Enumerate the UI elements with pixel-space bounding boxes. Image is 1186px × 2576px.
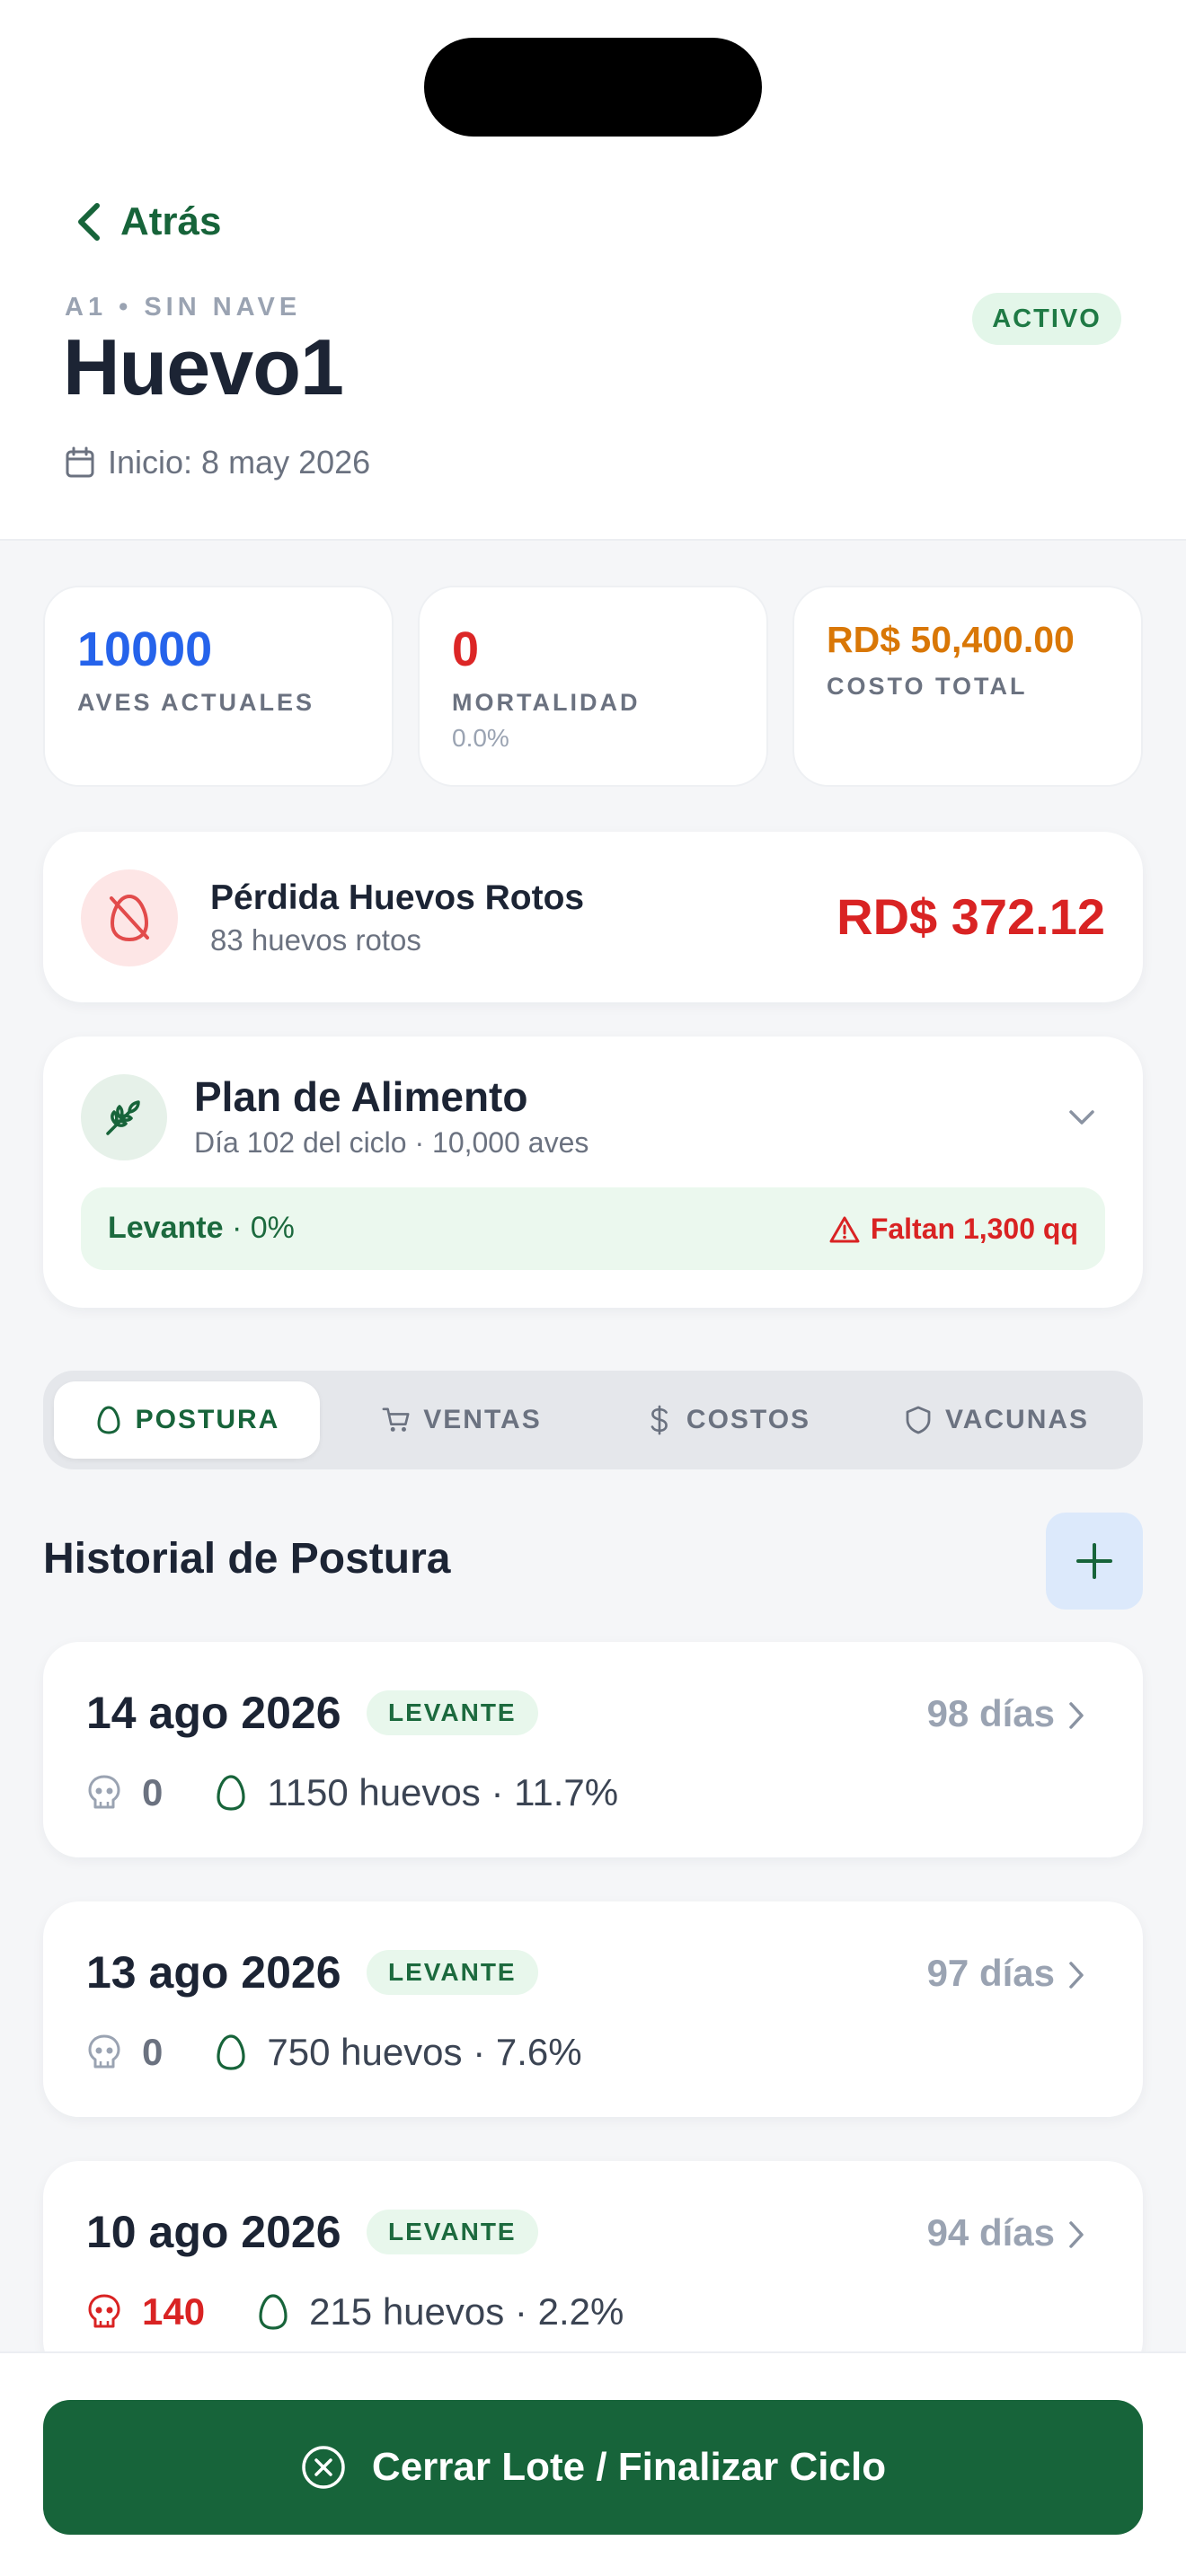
history-record[interactable]: 14 ago 2026 LEVANTE 98 días 0 1150 huevo… (43, 1642, 1143, 1857)
stat-label: AVES ACTUALES (77, 689, 315, 717)
tab-label: VENTAS (423, 1405, 542, 1434)
status-badge: ACTIVO (972, 293, 1121, 345)
close-lot-button[interactable]: Cerrar Lote / Finalizar Ciclo (43, 2400, 1143, 2535)
record-days: 97 días (926, 1952, 1055, 1994)
warning-icon (829, 1216, 860, 1242)
record-eggs: 215 huevos · 2.2% (309, 2290, 624, 2333)
record-eggs: 750 huevos · 7.6% (267, 2031, 582, 2073)
record-stage-badge: LEVANTE (367, 1950, 538, 1995)
record-stage-badge: LEVANTE (367, 1690, 538, 1735)
close-lot-label: Cerrar Lote / Finalizar Ciclo (371, 2445, 887, 2489)
tab-label: COSTOS (686, 1405, 811, 1434)
close-circle-icon (302, 2446, 345, 2489)
tab-costos[interactable]: COSTOS (595, 1381, 861, 1459)
record-eggs: 1150 huevos · 11.7% (267, 1771, 619, 1813)
stat-card-mortality: 0 MORTALIDAD 0.0% (418, 586, 768, 787)
start-date-label: Inicio: 8 may 2026 (108, 444, 371, 481)
skull-icon (88, 2034, 120, 2069)
egg-icon (259, 2294, 288, 2330)
tab-ventas[interactable]: VENTAS (329, 1381, 595, 1459)
stat-sub: 0.0% (452, 724, 509, 753)
back-label: Atrás (120, 199, 222, 243)
stat-card-birds: 10000 AVES ACTUALES (43, 586, 394, 787)
dollar-icon (651, 1405, 668, 1435)
record-stats: 0 750 huevos · 7.6% (86, 2031, 582, 2074)
stat-value: RD$ 50,400.00 (827, 619, 1075, 660)
loss-subtitle: 83 huevos rotos (210, 923, 421, 957)
feed-warning: Faltan 1,300 qq (829, 1213, 1078, 1246)
feed-plan-card[interactable]: Plan de Alimento Día 102 del ciclo · 10,… (43, 1037, 1143, 1308)
add-record-button[interactable] (1046, 1513, 1143, 1610)
skull-icon (88, 2294, 120, 2328)
shield-icon (906, 1406, 931, 1434)
loss-value: RD$ 372.12 (836, 888, 1105, 945)
tab-postura[interactable]: POSTURA (54, 1381, 320, 1459)
feed-status-bar: Levante · 0% Faltan 1,300 qq (81, 1187, 1105, 1270)
record-mortality: 0 (142, 1771, 164, 1813)
record-mortality: 140 (142, 2290, 206, 2333)
stat-label: COSTO TOTAL (827, 673, 1028, 701)
cart-icon (382, 1407, 410, 1432)
tab-label: POSTURA (135, 1405, 280, 1434)
loss-title: Pérdida Huevos Rotos (210, 878, 585, 917)
record-stats: 140 215 huevos · 2.2% (86, 2290, 624, 2333)
feed-stage-name: Levante (108, 1211, 224, 1245)
record-stage-badge: LEVANTE (367, 2210, 538, 2254)
history-title: Historial de Postura (43, 1535, 451, 1583)
plus-icon (1076, 1543, 1112, 1579)
start-date: Inicio: 8 may 2026 (65, 444, 370, 481)
footer: Cerrar Lote / Finalizar Ciclo (0, 2351, 1186, 2576)
feed-title: Plan de Alimento (194, 1073, 528, 1120)
tab-vacunas[interactable]: VACUNAS (861, 1381, 1132, 1459)
history-record[interactable]: 10 ago 2026 LEVANTE 94 días 140 215 huev… (43, 2161, 1143, 2377)
feed-warning-text: Faltan 1,300 qq (870, 1213, 1078, 1245)
record-date: 14 ago 2026 (86, 1688, 341, 1738)
record-date: 13 ago 2026 (86, 1947, 341, 1998)
lot-subtitle: A1 • SIN NAVE (65, 293, 302, 322)
egg-icon (217, 2034, 245, 2070)
stat-value: 0 (452, 622, 480, 676)
dynamic-island (424, 38, 762, 137)
feed-stage: Levante · 0% (108, 1211, 295, 1246)
stat-label: MORTALIDAD (452, 689, 641, 717)
tab-bar: POSTURA VENTAS COSTOS VACUNAS (43, 1371, 1143, 1469)
record-date: 10 ago 2026 (86, 2207, 341, 2257)
stat-card-cost: RD$ 50,400.00 COSTO TOTAL (792, 586, 1143, 787)
page-title: Huevo1 (63, 322, 344, 411)
back-button[interactable]: Atrás (75, 199, 222, 244)
chevron-down-icon[interactable] (1064, 1099, 1100, 1135)
record-stats: 0 1150 huevos · 11.7% (86, 1771, 618, 1814)
header: Atrás A1 • SIN NAVE Huevo1 Inicio: 8 may… (0, 0, 1186, 541)
feed-subtitle: Día 102 del ciclo · 10,000 aves (194, 1126, 589, 1159)
wheat-icon (81, 1074, 167, 1160)
tab-label: VACUNAS (944, 1405, 1090, 1434)
chevron-right-icon (1069, 1962, 1084, 1989)
chevron-right-icon (1069, 2221, 1084, 2248)
egg-icon (217, 1775, 245, 1811)
chevron-left-icon (78, 203, 100, 241)
stat-value: 10000 (77, 622, 213, 676)
record-days: 94 días (926, 2211, 1055, 2254)
record-mortality: 0 (142, 2031, 164, 2073)
skull-icon (88, 1775, 120, 1809)
broken-egg-icon (81, 869, 178, 966)
egg-icon (97, 1406, 120, 1434)
chevron-right-icon (1069, 1702, 1084, 1729)
history-record[interactable]: 13 ago 2026 LEVANTE 97 días 0 750 huevos… (43, 1901, 1143, 2117)
calendar-icon (66, 446, 94, 478)
feed-stage-percent: · 0% (223, 1211, 295, 1245)
record-days: 98 días (926, 1692, 1055, 1734)
broken-eggs-card[interactable]: Pérdida Huevos Rotos 83 huevos rotos RD$… (43, 832, 1143, 1002)
